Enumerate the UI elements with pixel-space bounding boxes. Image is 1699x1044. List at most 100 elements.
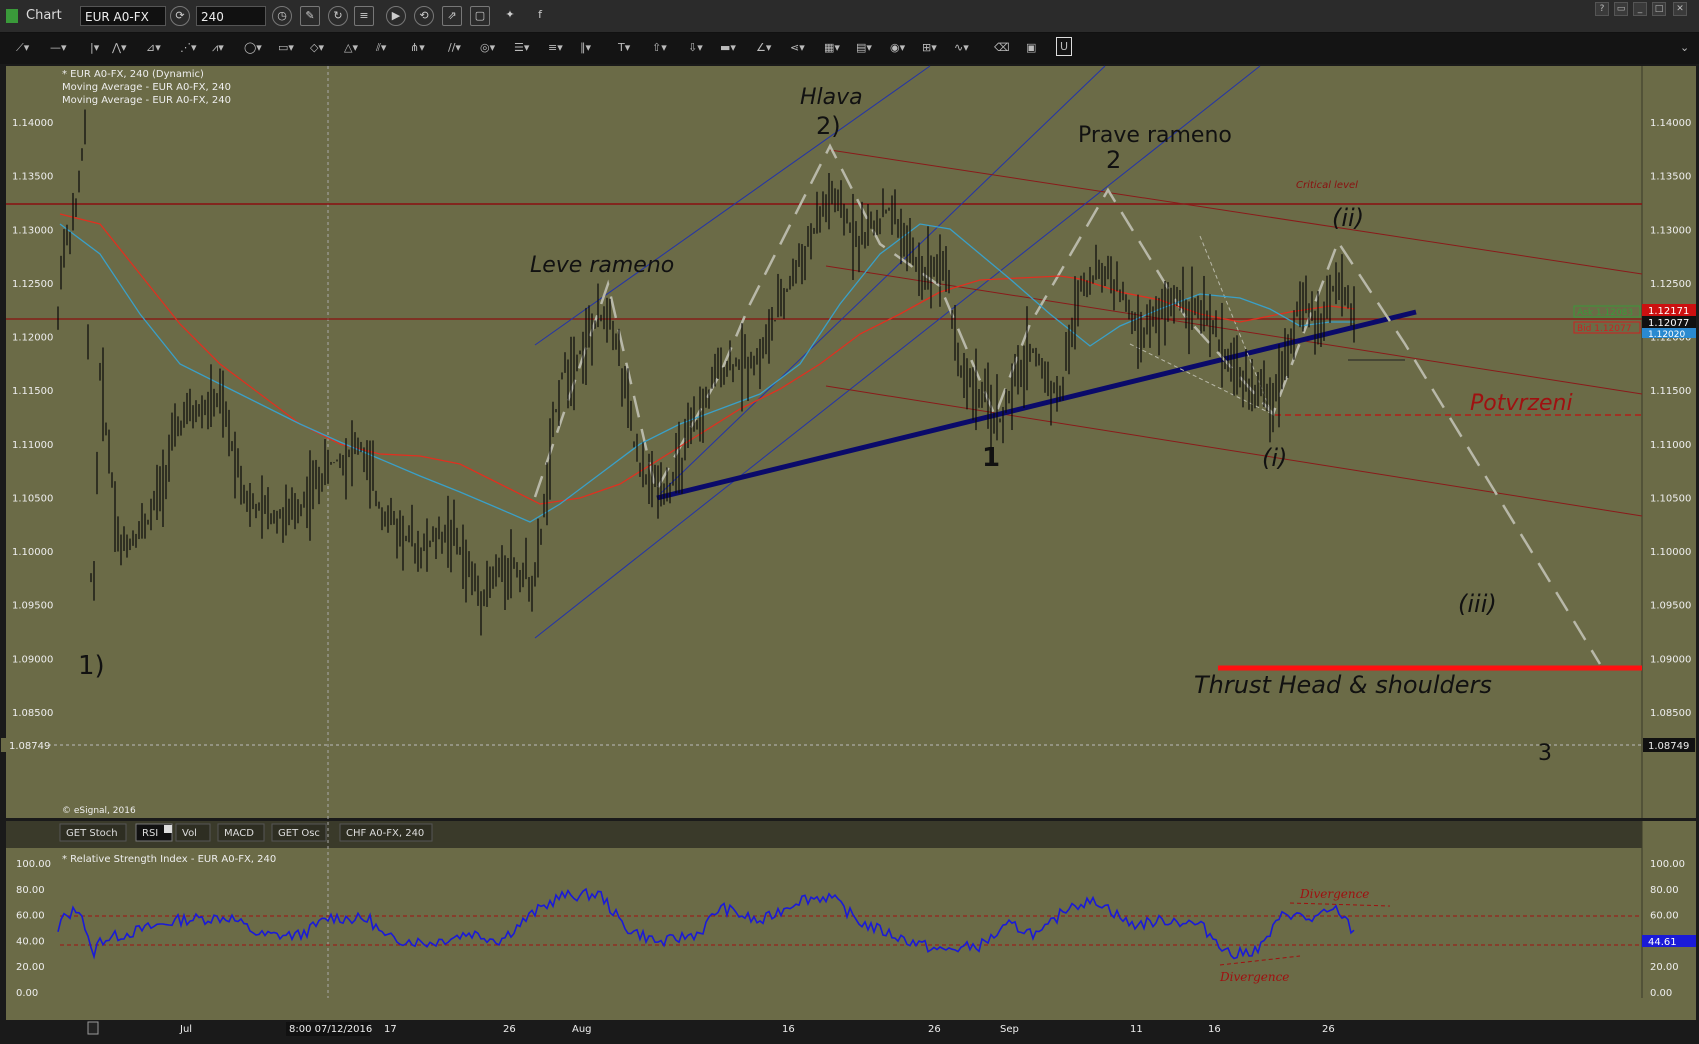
align-tool-icon[interactable]: ≡▾ bbox=[548, 41, 563, 55]
block-tool-icon[interactable]: ▬▾ bbox=[720, 41, 736, 55]
play-icon[interactable]: ▶ bbox=[386, 6, 406, 26]
tab-rsi[interactable]: RSI bbox=[142, 828, 158, 839]
twitter-icon[interactable]: ✦ bbox=[500, 6, 520, 26]
help-button[interactable]: ? bbox=[1595, 2, 1609, 16]
label-2: 2 bbox=[1106, 146, 1121, 174]
y-tick-right: 1.14000 bbox=[1650, 118, 1691, 129]
info-line-3: Moving Average - EUR A0-FX, 240 bbox=[62, 95, 231, 106]
chart-svg[interactable]: 1.14000 1.14000 1.13500 1.13500 1.13000 1.130… bbox=[0, 64, 1699, 1040]
magnet-tool-icon[interactable]: U bbox=[1056, 37, 1073, 56]
wave-tool-icon[interactable]: ∿▾ bbox=[954, 41, 969, 55]
x-label-aug-26: 26 bbox=[928, 1024, 941, 1035]
symbol-input[interactable]: EUR A0-FX bbox=[80, 6, 166, 26]
eraser-icon[interactable]: ⌫ bbox=[994, 41, 1010, 55]
rect-tool-icon[interactable]: ▭▾ bbox=[278, 41, 294, 55]
target-tool-icon[interactable]: ◎▾ bbox=[480, 41, 495, 55]
rsi-tick-left: 0.00 bbox=[16, 988, 38, 999]
parallel-tool-icon[interactable]: //▾ bbox=[448, 41, 461, 55]
x-label-17: 17 bbox=[384, 1024, 397, 1035]
rsi-tick-left: 20.00 bbox=[16, 962, 45, 973]
chat-tool-icon[interactable]: ▣ bbox=[1026, 41, 1036, 55]
refresh-icon[interactable]: ↻ bbox=[328, 6, 348, 26]
eraser-tool-icon[interactable]: ◇▾ bbox=[310, 41, 324, 55]
tab-chf[interactable]: CHF A0-FX, 240 bbox=[346, 828, 424, 839]
y-tick-right: 1.11000 bbox=[1650, 440, 1691, 451]
rsi-title: * Relative Strength Index - EUR A0-FX, 2… bbox=[62, 854, 276, 865]
split-tool-icon[interactable]: ⋖▾ bbox=[790, 41, 805, 55]
bid-label: Bid 1.12077 bbox=[1577, 324, 1631, 334]
fib-tool-icon[interactable]: ⊿▾ bbox=[146, 41, 161, 55]
y-tick-right: 1.13000 bbox=[1650, 225, 1691, 236]
y-tick-right: 1.08500 bbox=[1650, 708, 1691, 719]
symbol-search-icon[interactable]: ⟳ bbox=[170, 6, 190, 26]
restore-button[interactable]: ▭ bbox=[1614, 2, 1628, 16]
crosshair-price-left: 1.08749 bbox=[9, 741, 50, 752]
bars-tool-icon[interactable]: ∥▾ bbox=[580, 41, 591, 55]
facebook-icon[interactable]: f bbox=[530, 6, 550, 26]
critical-level-label: Critical level bbox=[1296, 180, 1358, 191]
line-tool-icon[interactable]: ⟋▾ bbox=[16, 41, 29, 55]
pitchfork-tool-icon[interactable]: ⋔▾ bbox=[410, 41, 425, 55]
time-axis[interactable] bbox=[6, 998, 1696, 1020]
triangle-tool-icon[interactable]: △▾ bbox=[344, 41, 358, 55]
right-shoulder-label: Prave rameno bbox=[1078, 123, 1232, 148]
tab-get-osc[interactable]: GET Osc bbox=[278, 828, 320, 839]
pen-tool-icon[interactable]: ⋀▾ bbox=[112, 41, 127, 55]
arrow-up-tool-icon[interactable]: ⇧▾ bbox=[652, 41, 667, 55]
tab-macd[interactable]: MACD bbox=[224, 828, 254, 839]
hline-tool-icon[interactable]: —▾ bbox=[50, 41, 67, 55]
y-tick-left: 1.12500 bbox=[12, 279, 53, 290]
label-2-paren: 2) bbox=[816, 112, 841, 140]
comment-icon[interactable]: ▢ bbox=[470, 6, 490, 26]
x-label-sep-16: 16 bbox=[1208, 1024, 1221, 1035]
tab-get-stoch[interactable]: GET Stoch bbox=[66, 828, 118, 839]
chart-app-icon bbox=[6, 9, 18, 23]
mob-tool-icon[interactable]: ▤▾ bbox=[856, 41, 872, 55]
y-tick-right: 1.12500 bbox=[1650, 279, 1691, 290]
grid-tool-icon[interactable]: ▦▾ bbox=[824, 41, 840, 55]
pti-tool-icon[interactable]: ⊞▾ bbox=[922, 41, 937, 55]
list-tool-icon[interactable]: ☰▾ bbox=[514, 41, 529, 55]
rsi-panel[interactable] bbox=[6, 848, 1642, 998]
rsi-tick-right: 80.00 bbox=[1650, 885, 1679, 896]
tab-vol[interactable]: Vol bbox=[182, 828, 197, 839]
text-tool-icon[interactable]: T▾ bbox=[618, 41, 630, 55]
y-tick-right: 1.11500 bbox=[1650, 386, 1691, 397]
x-label-crosshair: 8:00 07/12/2016 bbox=[289, 1024, 372, 1035]
scroll-handle[interactable] bbox=[87, 1021, 99, 1035]
wave-i-label: (i) bbox=[1262, 444, 1287, 472]
price-tag-blue: 1.12020 bbox=[1648, 330, 1685, 340]
head-label: Hlava bbox=[800, 85, 863, 110]
pen-icon[interactable]: ✎ bbox=[300, 6, 320, 26]
y-tick-left: 1.09000 bbox=[12, 654, 53, 665]
fan-tool-icon[interactable]: ⩘▾ bbox=[212, 41, 224, 55]
arrow-down-tool-icon[interactable]: ⇩▾ bbox=[688, 41, 703, 55]
eye-tool-icon[interactable]: ◉▾ bbox=[890, 41, 905, 55]
confirmation-label: Potvrzeni bbox=[1470, 391, 1573, 416]
channel-tool-icon[interactable]: ⫽▾ bbox=[376, 41, 386, 55]
rsi-tick-left: 60.00 bbox=[16, 911, 45, 922]
share-icon[interactable]: ⇗ bbox=[442, 6, 462, 26]
angle-tool-icon[interactable]: ∠▾ bbox=[756, 41, 771, 55]
x-label-sep-26: 26 bbox=[1322, 1024, 1335, 1035]
collapse-icon[interactable]: ⌄ bbox=[1680, 41, 1689, 55]
y-tick-left: 1.12000 bbox=[12, 333, 53, 344]
ask-label: Ask 1.12083 bbox=[1577, 308, 1633, 318]
price-panel[interactable] bbox=[6, 66, 1642, 818]
link-icon[interactable]: ≡ bbox=[354, 6, 374, 26]
sync-icon[interactable]: ⟲ bbox=[414, 6, 434, 26]
x-label-26: 26 bbox=[503, 1024, 516, 1035]
interval-input[interactable]: 240 bbox=[196, 6, 266, 26]
ellipse-tool-icon[interactable]: ◯▾ bbox=[244, 41, 262, 55]
maximize-button[interactable]: □ bbox=[1652, 2, 1666, 16]
close-button[interactable]: ✕ bbox=[1673, 2, 1687, 16]
y-tick-left: 1.13500 bbox=[12, 172, 53, 183]
gann-tool-icon[interactable]: ⋰▾ bbox=[180, 41, 197, 55]
clock-icon[interactable]: ◷ bbox=[272, 6, 292, 26]
minimize-button[interactable]: _ bbox=[1633, 2, 1647, 16]
y-tick-left: 1.09500 bbox=[12, 601, 53, 612]
chart-container: 1.14000 1.14000 1.13500 1.13500 1.13000 1.130… bbox=[0, 64, 1699, 1044]
vline-tool-icon[interactable]: |▾ bbox=[90, 41, 99, 55]
y-tick-left: 1.08500 bbox=[12, 708, 53, 719]
rsi-value-tag: 44.61 bbox=[1648, 937, 1677, 948]
